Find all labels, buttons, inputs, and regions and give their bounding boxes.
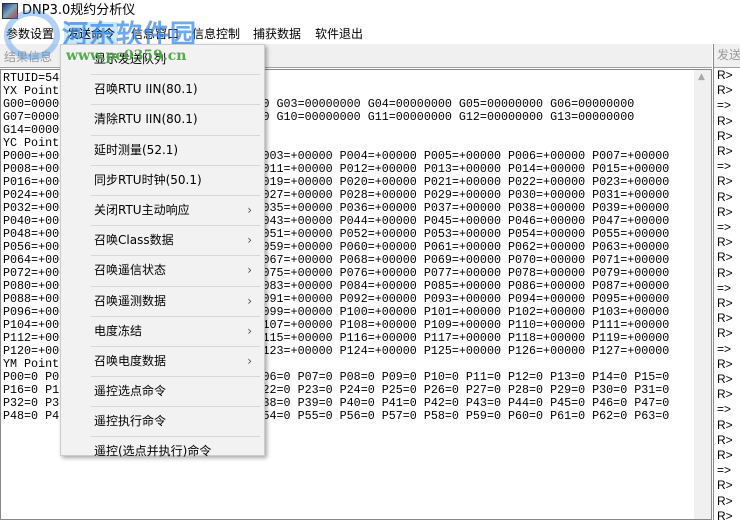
- menu-5[interactable]: 软件退出: [312, 22, 366, 44]
- watermark-url: www.pc0359.cn: [66, 48, 187, 64]
- chevron-right-icon: ›: [247, 323, 252, 338]
- menu-item-label: 电度冻结: [94, 323, 143, 338]
- send-line: R>: [717, 387, 733, 402]
- send-line: R>: [717, 326, 733, 341]
- send-line: R>: [717, 68, 733, 82]
- menu-item-label: 遥控选点命令: [94, 384, 167, 399]
- send-line: =>: [717, 341, 732, 356]
- menu-4[interactable]: 捕获数据: [250, 22, 304, 44]
- menu-item[interactable]: 遥控(选点并执行)命令: [61, 437, 264, 466]
- send-line: R>: [717, 493, 733, 508]
- menu-item-label: 召唤遥信状态: [94, 263, 167, 278]
- menu-item-label: 召唤RTU IIN(80.1): [94, 82, 198, 97]
- menu-item-label: 遥控(选点并执行)命令: [94, 444, 212, 459]
- send-line: R>: [717, 311, 733, 326]
- send-line: R>: [717, 204, 733, 219]
- menu-item[interactable]: 召唤遥测数据 ›: [61, 287, 264, 316]
- send-line: R>: [717, 144, 733, 159]
- menu-item-label: 召唤遥测数据: [94, 293, 167, 308]
- send-line: R>: [717, 372, 733, 387]
- menu-item[interactable]: 清除RTU IIN(80.1): [61, 105, 264, 134]
- send-log[interactable]: R> R> => R> R> R> => R> R> R> => R> R> R> => R> R> R>…: [714, 68, 740, 524]
- send-line: R>: [717, 174, 733, 189]
- chevron-right-icon: ›: [247, 233, 252, 248]
- send-line: =>: [717, 280, 732, 295]
- send-line: R>: [717, 417, 733, 432]
- menu-item-label: 同步RTU时钟(50.1): [94, 172, 202, 187]
- send-line: R>: [717, 189, 733, 204]
- send-line: R>: [717, 478, 733, 493]
- menu-item[interactable]: 召唤Class数据 ›: [61, 226, 264, 255]
- menu-item[interactable]: 遥控执行命令: [61, 407, 264, 436]
- menu-item[interactable]: 电度冻结 ›: [61, 317, 264, 346]
- send-line: =>: [717, 463, 732, 478]
- vertical-scrollbar[interactable]: ▲: [694, 70, 711, 519]
- menu-item[interactable]: 遥控选点命令: [61, 377, 264, 406]
- send-line: R>: [717, 448, 733, 463]
- send-line: R>: [717, 265, 733, 280]
- send-line: R>: [717, 83, 733, 98]
- menu-item-label: 召唤电度数据: [94, 353, 167, 368]
- menu-item-label: 遥控执行命令: [94, 414, 167, 429]
- send-line: =>: [717, 98, 732, 113]
- menu-item-label: 清除RTU IIN(80.1): [94, 112, 198, 127]
- send-line: R>: [717, 356, 733, 371]
- send-line: R>: [717, 113, 733, 128]
- chevron-right-icon: ›: [247, 202, 252, 217]
- send-line: R>: [717, 235, 733, 250]
- menu-item-label: 关闭RTU主动响应: [94, 202, 190, 217]
- send-command-menu: 显示发送队列 召唤RTU IIN(80.1) 清除RTU IIN(80.1) 延时测量…: [60, 44, 265, 458]
- send-line: R>: [717, 250, 733, 265]
- send-line: R>: [717, 128, 733, 143]
- menu-3[interactable]: 信息控制: [189, 22, 243, 44]
- chevron-right-icon: ›: [247, 353, 252, 368]
- chevron-right-icon: ›: [247, 293, 252, 308]
- menu-item-label: 延时测量(52.1): [94, 142, 179, 157]
- scroll-up-icon[interactable]: ▲: [698, 72, 705, 82]
- menu-item[interactable]: 召唤电度数据 ›: [61, 347, 264, 376]
- menu-item[interactable]: 同步RTU时钟(50.1): [61, 166, 264, 195]
- send-panel: 发送 R> R> => R> R> R> => R> R> R> => R> R> R> => R> R…: [713, 44, 740, 523]
- menu-item-label: 召唤Class数据: [94, 233, 174, 248]
- menu-item[interactable]: 召唤RTU IIN(80.1): [61, 75, 264, 104]
- menu-item[interactable]: 召唤遥信状态 ›: [61, 256, 264, 285]
- chevron-right-icon: ›: [247, 263, 252, 278]
- send-line: =>: [717, 159, 732, 174]
- send-line: R>: [717, 432, 733, 447]
- send-line: R>: [717, 296, 733, 311]
- menu-item[interactable]: 关闭RTU主动响应 ›: [61, 196, 264, 225]
- watermark-logo-icon: [4, 10, 60, 60]
- send-tab[interactable]: 发送: [714, 44, 740, 68]
- send-line: R>: [717, 508, 733, 523]
- menu-item[interactable]: 延时测量(52.1): [61, 136, 264, 165]
- send-line: =>: [717, 220, 732, 235]
- send-line: =>: [717, 402, 732, 417]
